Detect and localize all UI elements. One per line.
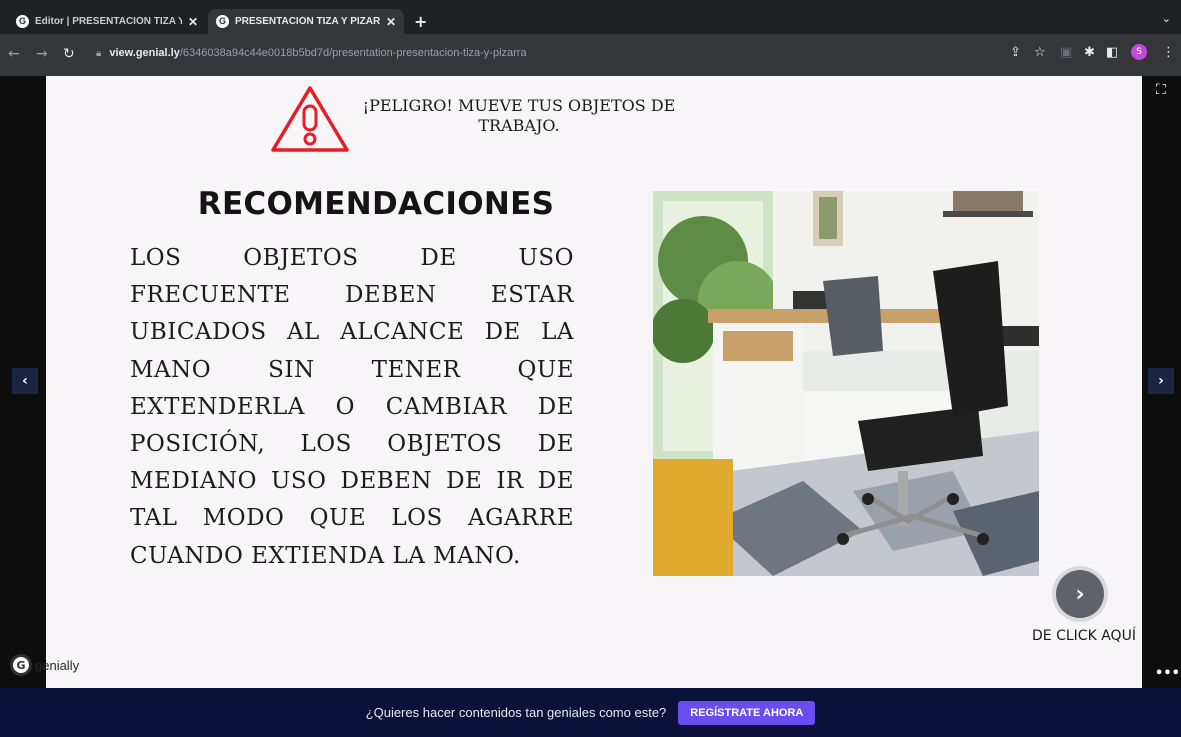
genially-brand[interactable]: G genially <box>10 654 79 676</box>
brand-name: genially <box>35 657 80 673</box>
browser-toolbar: ← → ↻ 🔒︎ view.genial.ly /6346038a94c44e0… <box>0 34 1181 76</box>
click-here-label[interactable]: DE CLICK AQUÍ <box>1024 628 1144 644</box>
new-tab-icon[interactable]: + <box>414 12 427 31</box>
register-button[interactable]: REGÍSTRATE AHORA <box>678 700 816 725</box>
recommendation-text: LOS OBJETOS DE USO FRECUENTE DEBEN ESTAR… <box>130 245 574 569</box>
url-path: /6346038a94c44e0018b5bd7d/presentation-p… <box>179 47 527 59</box>
back-icon[interactable]: ← <box>8 46 20 62</box>
close-tab-icon[interactable]: ✕ <box>386 15 396 29</box>
slide-heading: RECOMENDACIONES <box>197 186 555 222</box>
tab-title: PRESENTACIÓN TIZA Y PIZARR <box>235 16 380 27</box>
warning-triangle-icon <box>271 86 349 152</box>
presentation-viewer: ‹ › ⛶ ¡PELIGRO! MUEVE TUS OBJETOS DE TRA… <box>0 76 1181 688</box>
genially-favicon-icon: G <box>216 15 229 28</box>
share-icon[interactable]: ⇪ <box>1010 46 1021 60</box>
signup-banner: ¿Quieres hacer contenidos tan geniales c… <box>0 688 1181 737</box>
browser-menu-icon[interactable]: ⋮ <box>1162 46 1175 60</box>
side-panel-icon[interactable]: ◧ <box>1106 46 1118 60</box>
next-slide-side-button[interactable]: › <box>1148 368 1174 394</box>
prev-slide-button[interactable]: ‹ <box>12 368 38 394</box>
tab-title: Editor | PRESENTACIÓN TIZA Y <box>35 16 182 27</box>
extension-icon[interactable]: ▣ <box>1060 46 1072 60</box>
lock-icon: 🔒︎ <box>96 47 102 59</box>
url-host: view.genial.ly <box>109 47 180 59</box>
extensions-puzzle-icon[interactable]: ✱ <box>1084 46 1095 60</box>
tab-strip: G Editor | PRESENTACIÓN TIZA Y ✕ G PRESE… <box>0 0 1181 34</box>
next-arrow-button[interactable]: › <box>1056 570 1104 618</box>
address-bar[interactable]: 🔒︎ view.genial.ly /6346038a94c44e0018b5b… <box>96 42 1106 64</box>
warning-text: ¡PELIGRO! MUEVE TUS OBJETOS DE TRABAJO. <box>362 96 676 135</box>
close-tab-icon[interactable]: ✕ <box>188 15 198 29</box>
profile-avatar[interactable]: S <box>1131 44 1147 60</box>
tab-presentation[interactable]: G PRESENTACIÓN TIZA Y PIZARR ✕ <box>208 9 404 34</box>
genially-favicon-icon: G <box>16 15 29 28</box>
tab-search-chevron-icon[interactable]: ⌄ <box>1162 12 1171 25</box>
office-chair-photo <box>653 191 1039 576</box>
more-options-icon[interactable]: ••• <box>1155 666 1180 681</box>
forward-icon[interactable]: → <box>36 46 48 62</box>
reload-icon[interactable]: ↻ <box>63 46 75 62</box>
genially-logo-icon: G <box>10 654 32 676</box>
banner-question: ¿Quieres hacer contenidos tan geniales c… <box>365 705 667 720</box>
slide: ¡PELIGRO! MUEVE TUS OBJETOS DE TRABAJO. … <box>46 76 1142 688</box>
tab-editor[interactable]: G Editor | PRESENTACIÓN TIZA Y ✕ <box>8 9 206 34</box>
bookmark-star-icon[interactable]: ☆ <box>1034 46 1046 60</box>
fullscreen-icon[interactable]: ⛶ <box>1156 82 1166 98</box>
